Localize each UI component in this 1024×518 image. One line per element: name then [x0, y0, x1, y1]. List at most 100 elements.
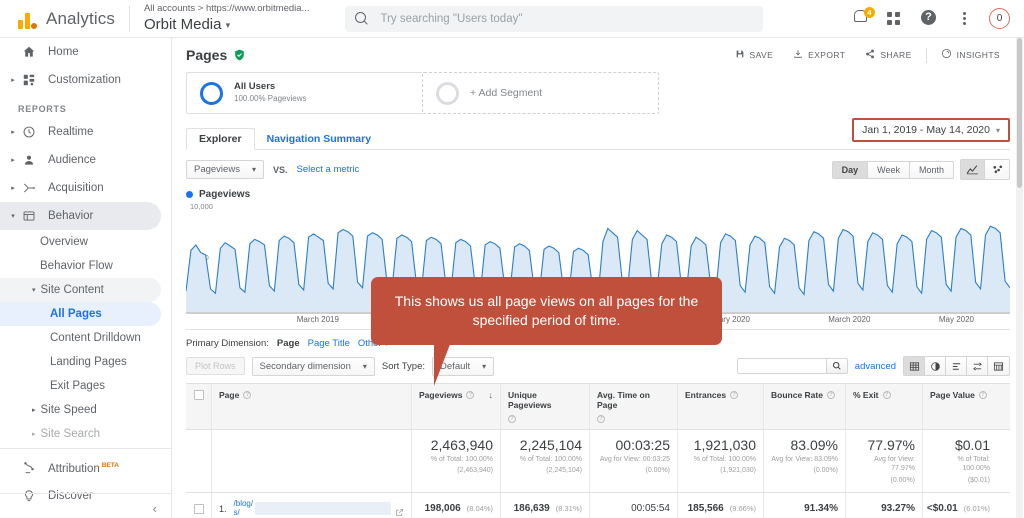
tab-explorer[interactable]: Explorer [186, 128, 255, 150]
account-selector[interactable]: All accounts > https://www.orbitmedia...… [143, 2, 310, 33]
global-search[interactable] [345, 5, 764, 32]
scatter-chart-icon[interactable] [985, 160, 1009, 179]
share-button[interactable]: SHARE [855, 49, 921, 62]
column-header-unique-pageviews[interactable]: Unique Pageviews? [501, 384, 590, 429]
row-exit-pct: 93.27% [846, 493, 923, 518]
chevron-down-icon: ▾ [995, 125, 1000, 135]
sidebar-subitem-label: Site Speed [40, 404, 97, 416]
plot-rows-button[interactable]: Plot Rows [186, 357, 245, 375]
summary-sub2: (1,921,030) [720, 467, 756, 475]
annotation-callout: This shows us all page views on all page… [371, 277, 722, 386]
sidebar-item-all-pages[interactable]: All Pages [0, 302, 161, 326]
sidebar-subitem-label: All Pages [50, 308, 102, 320]
primary-dimension-page[interactable]: Page [277, 338, 300, 349]
sidebar-item-attribution[interactable]: Attribution BETA [0, 454, 161, 482]
help-icon[interactable]: ? [978, 391, 987, 399]
help-button[interactable]: ? [921, 9, 939, 28]
column-header-pageviews[interactable]: Pageviews? ↓ [412, 384, 501, 429]
help-icon[interactable]: ? [730, 391, 739, 399]
header-divider [128, 5, 130, 32]
secondary-dimension-select[interactable]: Secondary dimension ▾ [251, 356, 375, 376]
row-pct: (9.66%) [729, 504, 756, 514]
brand-name: Analytics [46, 8, 115, 28]
column-label: Page [219, 390, 240, 400]
primary-dimension-page-title[interactable]: Page Title [308, 338, 350, 349]
apps-grid-button[interactable] [887, 10, 905, 28]
avatar[interactable]: 0 [989, 8, 1010, 29]
sidebar-item-behavior[interactable]: ▾ Behavior [0, 202, 161, 230]
segment-text: All Users 100.00% Pageviews [234, 81, 307, 105]
comparison-view-icon[interactable] [967, 357, 988, 375]
help-icon[interactable]: ? [466, 391, 475, 399]
column-header-entrances[interactable]: Entrances? [678, 384, 764, 429]
scrollbar-thumb[interactable] [1017, 38, 1022, 188]
breadcrumb: All accounts > https://www.orbitmedia... [143, 2, 310, 14]
help-icon[interactable]: ? [826, 391, 835, 399]
help-icon[interactable]: ? [597, 415, 605, 423]
row-checkbox[interactable] [186, 493, 212, 518]
help-icon[interactable]: ? [243, 391, 252, 399]
sidebar-item-audience[interactable]: ▸ Audience [0, 146, 161, 174]
column-header-bounce-rate[interactable]: Bounce Rate? [764, 384, 846, 429]
tab-navigation-summary[interactable]: Navigation Summary [255, 129, 383, 149]
sidebar-item-overview[interactable]: Overview [0, 230, 161, 254]
table-row[interactable]: 1. /blog/s/ 198,006 (8.04%) 186,639 (8.31%… [186, 493, 1010, 518]
column-header-page[interactable]: Page? [212, 384, 412, 429]
pie-view-icon[interactable] [925, 357, 946, 375]
sidebar-divider [0, 448, 171, 449]
sidebar-item-site-speed[interactable]: ▸ Site Speed [0, 398, 161, 422]
row-unique-pageviews: 186,639 (8.31%) [501, 493, 590, 518]
column-header-page-value[interactable]: Page Value? [923, 384, 997, 429]
table-search-button[interactable] [825, 359, 847, 373]
select-all-checkbox[interactable] [186, 384, 212, 429]
table-view-icon[interactable] [904, 357, 925, 375]
help-icon[interactable]: ? [882, 391, 891, 399]
sidebar-item-discover[interactable]: Discover [0, 482, 161, 510]
collapse-sidebar-button[interactable]: ‹ [153, 501, 157, 516]
share-label: SHARE [880, 50, 912, 60]
advanced-link[interactable]: advanced [855, 361, 896, 372]
row-page-value: <$0.01 (6.01%) [923, 493, 997, 518]
more-menu-button[interactable] [955, 10, 973, 28]
summary-sub2: (0.00%) [813, 467, 838, 475]
table-search-input[interactable] [737, 359, 826, 373]
search-input[interactable] [380, 12, 754, 25]
sidebar-item-realtime[interactable]: ▸ Realtime [0, 118, 161, 146]
sidebar-item-acquisition[interactable]: ▸ Acquisition [0, 174, 161, 202]
sidebar-item-customization[interactable]: ▸ Customization [0, 66, 161, 94]
sidebar-item-landing-pages[interactable]: Landing Pages [0, 350, 161, 374]
granularity-month[interactable]: Month [909, 161, 953, 178]
notifications-button[interactable]: 4 [853, 6, 875, 28]
page-scrollbar[interactable] [1016, 38, 1023, 518]
metric-select[interactable]: Pageviews ▾ [186, 160, 264, 179]
granularity-day[interactable]: Day [832, 161, 869, 178]
column-header-exit-pct[interactable]: % Exit? [846, 384, 923, 429]
bar-view-icon[interactable] [946, 357, 967, 375]
row-page-path[interactable]: /blog/s/ [234, 500, 254, 517]
insights-button[interactable]: INSIGHTS [931, 48, 1010, 62]
export-button[interactable]: EXPORT [783, 49, 855, 62]
summary-sub1: Avg for View: 77.97% [874, 456, 915, 473]
segment-all-users[interactable]: All Users 100.00% Pageviews [186, 72, 423, 114]
date-range-picker[interactable]: Jan 1, 2019 - May 14, 2020 ▾ [852, 118, 1010, 142]
pages-table: Page? Pageviews? ↓ Unique Pageviews? Avg.… [186, 383, 1010, 518]
column-header-avg-time-on-page[interactable]: Avg. Time on Page? [590, 384, 678, 429]
sidebar-item-behavior-flow[interactable]: Behavior Flow [0, 254, 161, 278]
save-button[interactable]: SAVE [725, 49, 784, 62]
sidebar-item-site-search[interactable]: ▸ Site Search [0, 422, 161, 446]
pivot-view-icon[interactable] [988, 357, 1009, 375]
sidebar-item-admin[interactable]: Admin [0, 510, 161, 518]
sidebar-item-home[interactable]: Home [0, 38, 161, 66]
add-segment-button[interactable]: + Add Segment [422, 72, 659, 114]
sidebar-item-exit-pages[interactable]: Exit Pages [0, 374, 161, 398]
help-icon[interactable]: ? [508, 415, 516, 423]
external-link-icon[interactable] [395, 504, 404, 517]
sort-type-label: Sort Type: [381, 360, 426, 372]
sidebar-item-content-drilldown[interactable]: Content Drilldown [0, 326, 161, 350]
sidebar-item-site-content[interactable]: ▾ Site Content [0, 278, 161, 302]
granularity-week[interactable]: Week [868, 161, 910, 178]
select-a-metric-link[interactable]: Select a metric [296, 164, 359, 175]
table-search[interactable] [736, 358, 848, 374]
line-chart-icon[interactable] [961, 160, 985, 179]
save-label: SAVE [749, 50, 774, 60]
